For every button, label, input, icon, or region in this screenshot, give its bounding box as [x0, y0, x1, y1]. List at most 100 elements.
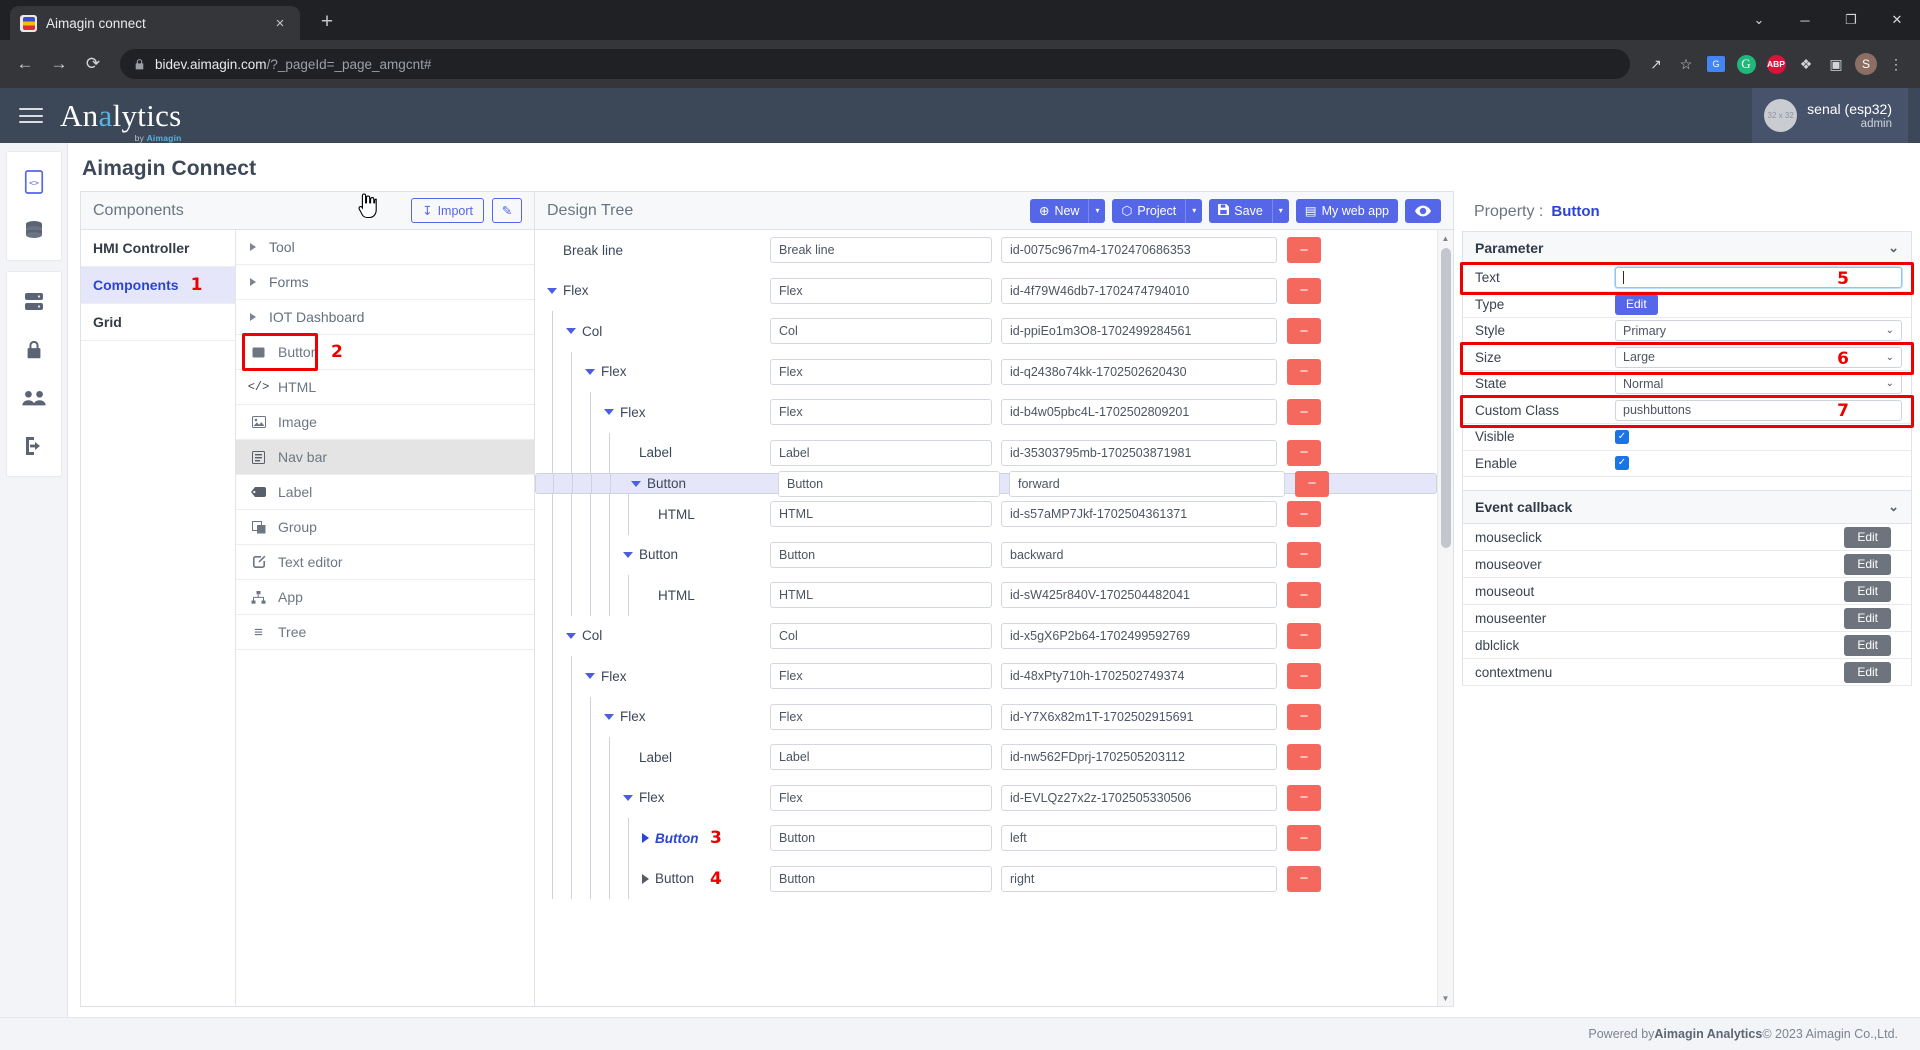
maximize-button[interactable]: ❐ — [1828, 0, 1874, 40]
tree-row-label[interactable]: Button — [535, 818, 770, 859]
type-edit-button[interactable]: Edit — [1615, 293, 1658, 315]
delete-row-button[interactable]: − — [1287, 865, 1321, 892]
delete-row-button[interactable]: − — [1287, 277, 1321, 304]
tree-id-input[interactable]: id-sW425r840V-1702504482041 — [1001, 582, 1277, 609]
tree-id-input[interactable]: backward — [1001, 541, 1277, 568]
sidebar-item-server[interactable] — [7, 278, 61, 326]
delete-row-button[interactable]: − — [1287, 501, 1321, 528]
chevron-down-icon[interactable] — [547, 287, 557, 294]
event-edit-button[interactable]: Edit — [1844, 661, 1891, 683]
event-edit-button[interactable]: Edit — [1844, 607, 1891, 629]
tree-type-input[interactable]: Button — [770, 541, 992, 568]
import-button[interactable]: ↧ Import — [411, 198, 484, 223]
tree-id-input[interactable]: id-Y7X6x82m1T-1702502915691 — [1001, 703, 1277, 730]
project-dropdown-caret[interactable]: ▾ — [1185, 198, 1203, 223]
component-item-image[interactable]: Image — [236, 405, 534, 440]
tree-id-input[interactable]: id-0075c967m4-1702470686353 — [1001, 237, 1277, 264]
browser-menu-icon[interactable]: ⋮ — [1882, 50, 1910, 78]
tree-type-input[interactable]: Col — [770, 318, 992, 345]
tree-row[interactable]: Button Button left −3 — [535, 818, 1437, 859]
scroll-down-arrow[interactable]: ▼ — [1438, 990, 1453, 1006]
preview-button[interactable] — [1405, 198, 1441, 223]
category-components[interactable]: Components 1 — [81, 267, 235, 304]
adblock-extension-icon[interactable]: ABP — [1762, 50, 1790, 78]
tree-id-input[interactable]: id-x5gX6P2b64-1702499592769 — [1001, 622, 1277, 649]
tree-row-label[interactable]: Flex — [535, 352, 770, 393]
tree-type-input[interactable]: Flex — [770, 277, 992, 304]
tree-row-label[interactable]: Label — [535, 737, 770, 778]
extensions-puzzle-icon[interactable]: ❖ — [1792, 50, 1820, 78]
scrollbar-thumb[interactable] — [1441, 248, 1451, 548]
chevron-down-icon[interactable] — [566, 328, 576, 335]
custom-class-input[interactable]: pushbuttons — [1615, 399, 1902, 421]
close-window-button[interactable]: ✕ — [1874, 0, 1920, 40]
visible-checkbox[interactable]: ✓ — [1615, 429, 1629, 444]
address-bar[interactable]: bidev.aimagin.com/?_pageId=_page_amgcnt# — [120, 49, 1630, 79]
tree-row[interactable]: Flex Flex id-4f79W46db7-1702474794010− — [535, 271, 1437, 312]
tree-id-input[interactable]: id-35303795mb-1702503871981 — [1001, 439, 1277, 466]
event-edit-button[interactable]: Edit — [1844, 580, 1891, 602]
tree-row-label[interactable]: Flex — [535, 271, 770, 312]
tree-id-input[interactable]: left — [1001, 825, 1277, 852]
component-item-group[interactable]: Group — [236, 510, 534, 545]
category-grid[interactable]: Grid — [81, 304, 235, 341]
tree-row-label[interactable]: HTML — [535, 575, 770, 616]
delete-row-button[interactable]: − — [1287, 541, 1321, 568]
tree-row-label[interactable]: HTML — [535, 494, 770, 535]
profile-avatar-icon[interactable]: S — [1852, 50, 1880, 78]
tree-row[interactable]: HTML HTML id-s57aMP7Jkf-1702504361371− — [535, 494, 1437, 535]
delete-row-button[interactable]: − — [1287, 622, 1321, 649]
tree-type-input[interactable]: Flex — [770, 399, 992, 426]
forward-icon[interactable]: → — [44, 49, 74, 79]
component-item-tree[interactable]: ≡ Tree — [236, 615, 534, 650]
delete-row-button[interactable]: − — [1287, 439, 1321, 466]
tree-id-input[interactable]: id-EVLQz27x2z-1702505330506 — [1001, 784, 1277, 811]
tree-row[interactable]: Break line Break line id-0075c967m4-170247… — [535, 230, 1437, 271]
component-item-nav-bar[interactable]: Nav bar — [236, 440, 534, 475]
my-web-app-button[interactable]: ▤ My web app — [1295, 198, 1398, 223]
delete-row-button[interactable]: − — [1287, 784, 1321, 811]
state-select[interactable]: Normal ⌄ — [1615, 373, 1902, 395]
chevron-down-icon[interactable] — [585, 673, 595, 680]
delete-row-button[interactable]: − — [1287, 582, 1321, 609]
chevron-down-icon[interactable] — [604, 409, 614, 416]
tree-row-label[interactable]: Label — [535, 433, 770, 474]
chevron-down-icon[interactable] — [566, 632, 576, 639]
chevron-down-icon[interactable] — [623, 551, 633, 558]
component-item-button[interactable]: Button 2 — [236, 333, 534, 371]
close-icon[interactable]: × — [270, 13, 290, 33]
tree-type-input[interactable]: Flex — [770, 358, 992, 385]
tree-id-input[interactable]: id-s57aMP7Jkf-1702504361371 — [1001, 501, 1277, 528]
tree-type-input[interactable]: Break line — [770, 237, 992, 264]
tree-type-input[interactable]: Label — [770, 744, 992, 771]
translate-extension-icon[interactable]: G — [1702, 50, 1730, 78]
new-tab-button[interactable]: + — [312, 7, 342, 37]
tree-row[interactable]: Label Label id-nw562FDprj-1702505203112− — [535, 737, 1437, 778]
tree-row-label[interactable]: Flex — [535, 392, 770, 433]
tree-row[interactable]: Label Label id-35303795mb-1702503871981− — [535, 432, 1437, 474]
tree-id-input[interactable]: right — [1001, 865, 1277, 892]
component-group-tool[interactable]: Tool — [236, 230, 534, 265]
new-button[interactable]: ⊕ New — [1029, 198, 1089, 223]
chevron-down-icon[interactable] — [631, 480, 641, 487]
component-group-iot-dashboard[interactable]: IOT Dashboard — [236, 300, 534, 335]
tree-row-label[interactable]: Col — [535, 616, 770, 657]
category-hmi-controller[interactable]: HMI Controller — [81, 230, 235, 267]
tree-id-input[interactable]: id-b4w05pbc4L-1702502809201 — [1001, 399, 1277, 426]
sidebar-item-lock[interactable] — [7, 326, 61, 374]
tree-row-label[interactable]: Button — [535, 535, 770, 576]
event-edit-button[interactable]: Edit — [1844, 634, 1891, 656]
back-icon[interactable]: ← — [10, 49, 40, 79]
tree-id-input[interactable]: id-nw562FDprj-1702505203112 — [1001, 744, 1277, 771]
parameter-section-header[interactable]: Parameter ⌄ — [1463, 232, 1911, 265]
component-item-text-editor[interactable]: Text editor — [236, 545, 534, 580]
new-dropdown-caret[interactable]: ▾ — [1088, 198, 1106, 223]
tree-row-label[interactable]: Col — [535, 311, 770, 352]
tree-row-label[interactable]: Flex — [535, 656, 770, 697]
component-item-html[interactable]: </> HTML — [236, 370, 534, 405]
save-dropdown-caret[interactable]: ▾ — [1271, 198, 1289, 223]
scroll-up-arrow[interactable]: ▲ — [1438, 230, 1453, 246]
tree-row-label[interactable]: Flex — [535, 778, 770, 819]
text-input[interactable] — [1615, 267, 1902, 289]
style-select[interactable]: Primary ⌄ — [1615, 320, 1902, 342]
